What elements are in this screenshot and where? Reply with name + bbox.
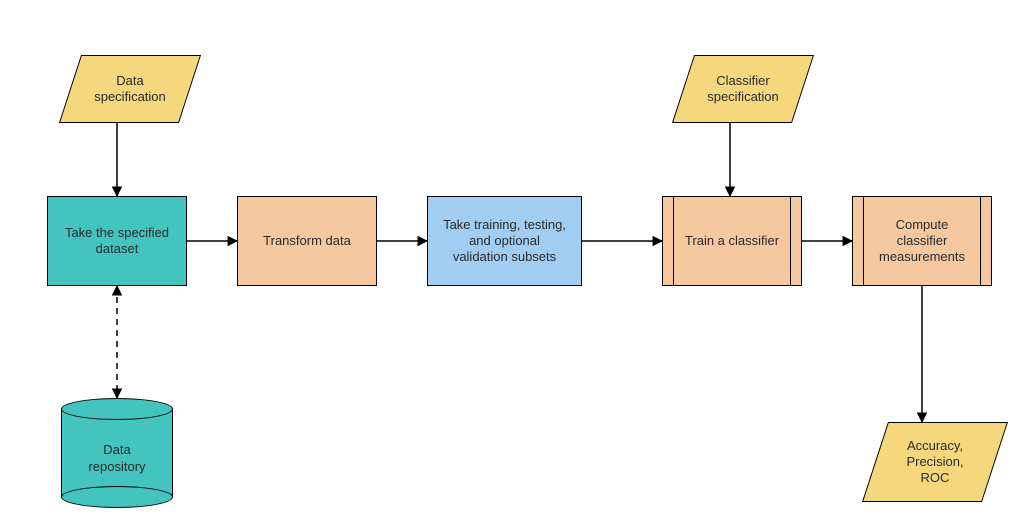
node-label: Classifier specification <box>707 73 779 106</box>
node-label: Transform data <box>263 233 351 249</box>
node-take-dataset: Take the specified dataset <box>47 196 187 286</box>
node-transform-data: Transform data <box>237 196 377 286</box>
node-metrics: Accuracy, Precision, ROC <box>875 422 995 502</box>
node-label: Take the specified dataset <box>65 225 169 258</box>
node-data-specification: Data specification <box>70 55 190 123</box>
node-train-classifier: Train a classifier <box>662 196 802 286</box>
node-compute-measurements: Compute classifier measurements <box>852 196 992 286</box>
node-label: Train a classifier <box>685 233 779 249</box>
node-label: Data repository <box>88 442 145 475</box>
node-label: Accuracy, Precision, ROC <box>906 438 963 487</box>
flow-diagram: Data specification Classifier specificat… <box>0 0 1024 532</box>
node-classifier-specification: Classifier specification <box>683 55 803 123</box>
node-take-subsets: Take training, testing, and optional val… <box>427 196 582 286</box>
node-label: Data specification <box>94 73 166 106</box>
node-label: Compute classifier measurements <box>879 217 965 266</box>
node-data-repository: Data repository <box>61 398 173 508</box>
node-label: Take training, testing, and optional val… <box>443 217 566 266</box>
